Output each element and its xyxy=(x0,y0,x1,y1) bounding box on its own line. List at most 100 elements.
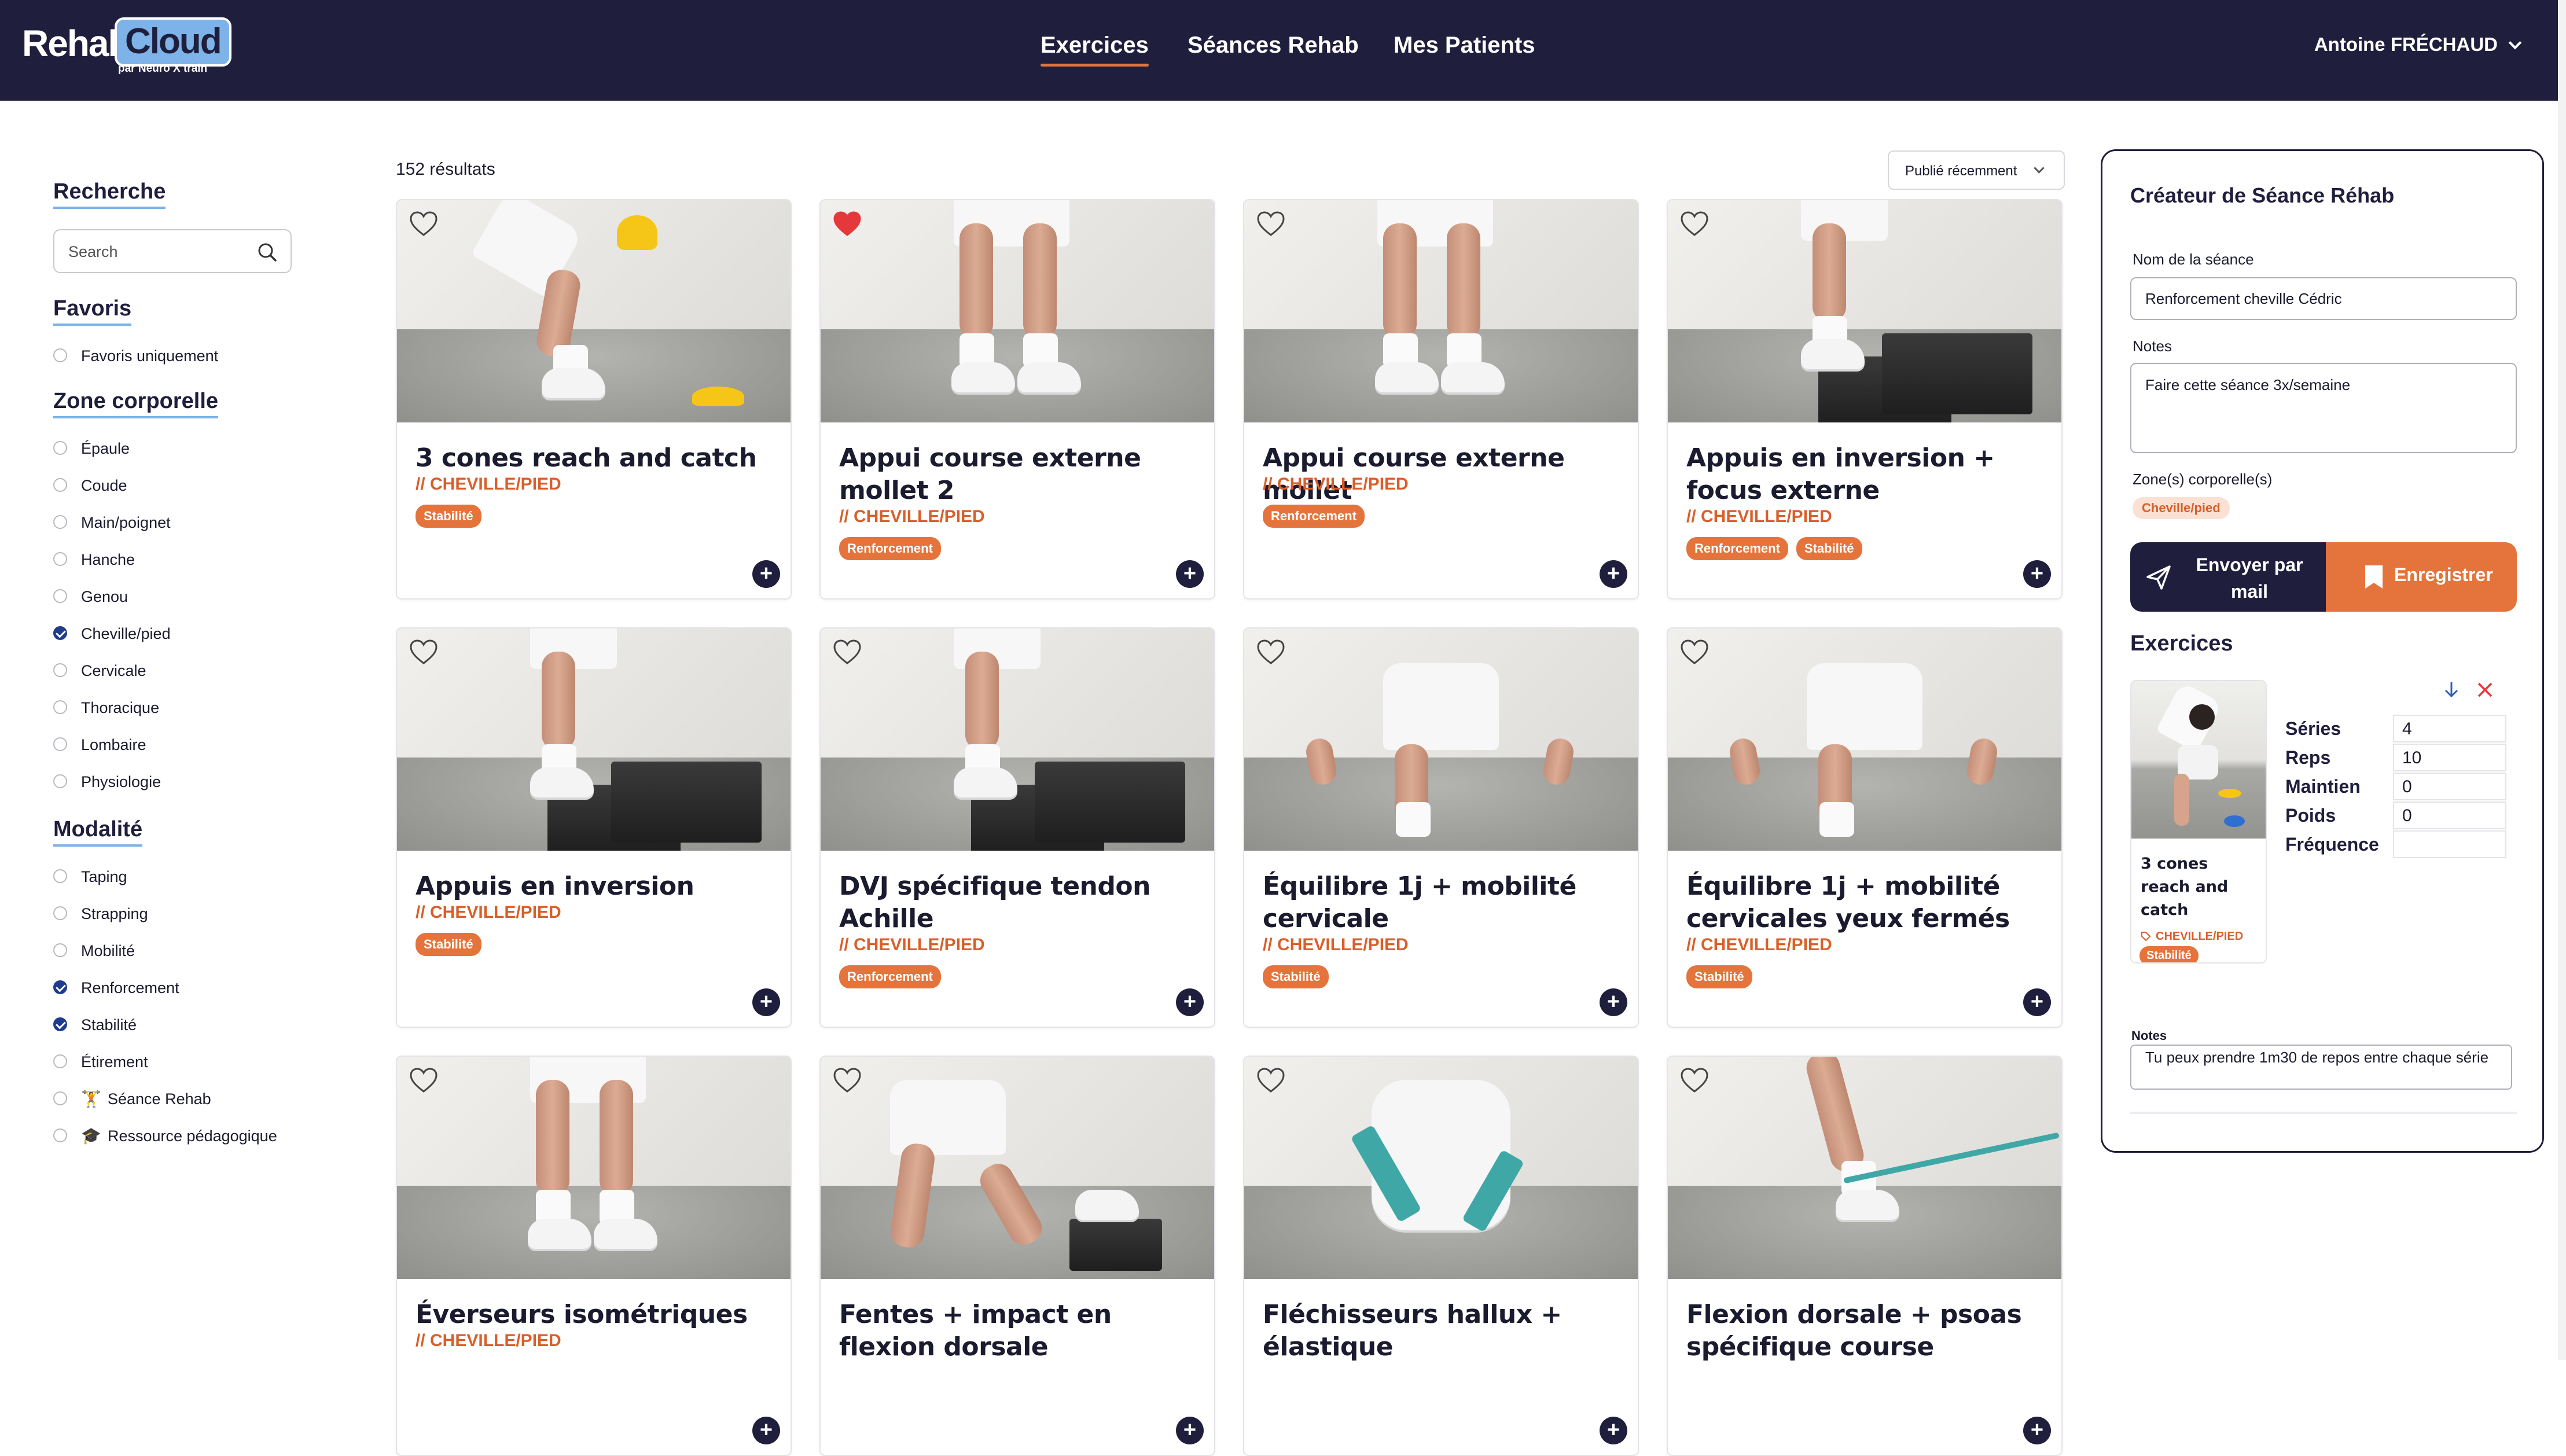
add-exercise-button[interactable]: + xyxy=(2023,560,2051,588)
add-exercise-button[interactable]: + xyxy=(1600,1417,1627,1444)
exercise-card[interactable]: Appui course externe mollet// CHEVILLE/P… xyxy=(1243,199,1639,600)
checkbox[interactable] xyxy=(53,1017,67,1031)
checkbox[interactable] xyxy=(53,737,67,751)
search-icon[interactable] xyxy=(256,241,279,264)
body-zone-option-label: Lombaire xyxy=(81,736,146,753)
heart-icon[interactable] xyxy=(1679,638,1710,668)
add-exercise-button[interactable]: + xyxy=(752,988,780,1016)
save-button[interactable]: Enregistrer xyxy=(2326,542,2517,612)
chevron-down-icon xyxy=(2034,163,2045,174)
nav-link-exercices[interactable]: Exercices xyxy=(1041,32,1149,67)
stat-input[interactable]: 0 xyxy=(2393,773,2506,800)
checkbox[interactable] xyxy=(53,626,67,640)
heart-icon[interactable] xyxy=(1256,638,1286,668)
checkbox[interactable] xyxy=(53,1054,67,1068)
add-exercise-button[interactable]: + xyxy=(1600,988,1627,1016)
add-exercise-button[interactable]: + xyxy=(1176,988,1204,1016)
exercise-notes-label: Notes xyxy=(2131,1028,2167,1043)
stat-row: Fréquence xyxy=(2285,830,2517,859)
stat-input[interactable]: 10 xyxy=(2393,744,2506,771)
add-exercise-button[interactable]: + xyxy=(752,560,780,588)
add-exercise-button[interactable]: + xyxy=(1600,560,1627,588)
heart-icon[interactable] xyxy=(832,638,862,668)
heart-icon[interactable] xyxy=(1679,1066,1710,1096)
add-exercise-button[interactable]: + xyxy=(1176,1417,1204,1444)
selected-exercise-card[interactable]: 3 cones reach and catch CHEVILLE/PIED St… xyxy=(2130,680,2267,964)
heart-icon[interactable] xyxy=(1679,209,1710,240)
add-exercise-button[interactable]: + xyxy=(752,1417,780,1444)
modality-tag: Renforcement xyxy=(839,537,941,560)
stat-input[interactable] xyxy=(2393,830,2506,858)
checkbox[interactable] xyxy=(53,943,67,957)
add-exercise-button[interactable]: + xyxy=(1176,560,1204,588)
exercise-photo xyxy=(821,628,1214,851)
exercise-title: Équilibre 1j + mobilité cervicale xyxy=(1263,872,1576,933)
save-label: Enregistrer xyxy=(2394,564,2493,585)
nav-link-mes-patients[interactable]: Mes Patients xyxy=(1394,32,1535,58)
exercise-card[interactable]: Fléchisseurs hallux + élastique + xyxy=(1243,1056,1639,1456)
checkbox[interactable] xyxy=(53,980,67,994)
body-zone-option-label: Main/poignet xyxy=(81,514,171,531)
heart-icon[interactable] xyxy=(409,1066,439,1096)
search-input[interactable] xyxy=(67,238,255,265)
heart-icon[interactable] xyxy=(409,209,439,240)
checkbox[interactable] xyxy=(53,663,67,677)
user-menu[interactable]: Antoine FRÉCHAUD xyxy=(2314,34,2522,56)
heart-icon[interactable] xyxy=(1256,1066,1286,1096)
move-down-icon[interactable] xyxy=(2442,680,2461,700)
checkbox[interactable] xyxy=(53,515,67,529)
heart-icon[interactable] xyxy=(409,638,439,668)
send-by-mail-button[interactable]: Envoyer par mail xyxy=(2130,542,2333,612)
modality-option-label: Ressource pédagogique xyxy=(108,1127,277,1145)
modality-option-emoji-icon: 🎓 xyxy=(81,1127,101,1145)
stat-label: Maintien xyxy=(2285,776,2361,797)
exercise-photo xyxy=(821,200,1214,422)
exercise-card[interactable]: Appuis en inversion + focus externe // CH… xyxy=(1667,199,2063,600)
checkbox[interactable] xyxy=(53,700,67,714)
body-zone-option-label: Cheville/pied xyxy=(81,625,171,642)
exercise-card[interactable]: Équilibre 1j + mobilité cervicales yeux … xyxy=(1667,627,2063,1028)
checkbox[interactable] xyxy=(53,441,67,455)
modality-tag: Renforcement xyxy=(1263,505,1365,528)
session-name-input[interactable]: Renforcement cheville Cédric xyxy=(2130,277,2517,320)
exercise-title: Appui course externe mollet 2 xyxy=(839,443,1141,505)
checkbox[interactable] xyxy=(53,348,67,362)
session-notes-textarea[interactable]: Faire cette séance 3x/semaine xyxy=(2130,363,2517,453)
send-by-mail-label: Envoyer par mail xyxy=(2196,554,2303,602)
exercise-card[interactable]: Flexion dorsale + psoas spécifique cours… xyxy=(1667,1056,2063,1456)
add-exercise-button[interactable]: + xyxy=(2023,1417,2051,1444)
heart-icon[interactable] xyxy=(1256,209,1286,240)
exercise-title: DVJ spécifique tendon Achille xyxy=(839,872,1150,933)
heart-filled-icon[interactable] xyxy=(832,209,862,240)
exercise-card[interactable]: DVJ spécifique tendon Achille // CHEVILLE… xyxy=(819,627,1215,1028)
checkbox[interactable] xyxy=(53,774,67,788)
stat-input[interactable]: 4 xyxy=(2393,715,2506,742)
checkbox[interactable] xyxy=(53,478,67,492)
exercise-card[interactable]: 3 cones reach and catch // CHEVILLE/PIED S… xyxy=(396,199,792,600)
add-exercise-button[interactable]: + xyxy=(2023,988,2051,1016)
exercise-card[interactable]: Appuis en inversion // CHEVILLE/PIED Stabi… xyxy=(396,627,792,1028)
checkbox[interactable] xyxy=(53,1128,67,1142)
checkbox[interactable] xyxy=(53,1091,67,1105)
checkbox[interactable] xyxy=(53,869,67,883)
search-box[interactable] xyxy=(53,229,292,273)
sort-dropdown[interactable]: Publié récemment xyxy=(1888,150,2065,190)
exercise-card[interactable]: Fentes + impact en flexion dorsale + xyxy=(819,1056,1215,1456)
exercise-notes-textarea[interactable]: Tu peux prendre 1m30 de repos entre chaq… xyxy=(2130,1045,2512,1090)
exercise-photo xyxy=(1244,1057,1638,1279)
checkbox[interactable] xyxy=(53,552,67,566)
exercise-card[interactable]: Éverseurs isométriques // CHEVILLE/PIED + xyxy=(396,1056,792,1456)
exercise-tags: Stabilité xyxy=(416,505,490,528)
close-icon[interactable] xyxy=(2475,680,2495,700)
heart-icon[interactable] xyxy=(832,1066,862,1096)
modality-option-emoji-icon: 🏋️ xyxy=(81,1090,101,1108)
exercise-zone: // CHEVILLE/PIED xyxy=(1263,475,1409,494)
exercise-card[interactable]: Appui course externe mollet 2 // CHEVILLE… xyxy=(819,199,1215,600)
nav-link-seances-rehab[interactable]: Séances Rehab xyxy=(1188,32,1359,58)
checkbox[interactable] xyxy=(53,906,67,920)
exercise-zone: CHEVILLE/PIED xyxy=(2141,930,2243,943)
stat-input[interactable]: 0 xyxy=(2393,801,2506,829)
page-scrollbar[interactable] xyxy=(2558,0,2566,1360)
exercise-card[interactable]: Équilibre 1j + mobilité cervicale // CHEV… xyxy=(1243,627,1639,1028)
checkbox[interactable] xyxy=(53,589,67,603)
